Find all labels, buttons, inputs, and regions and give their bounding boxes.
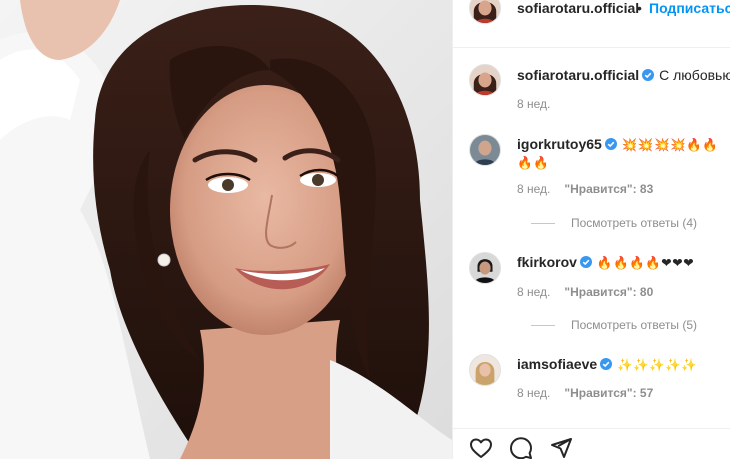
caption-author-avatar[interactable] xyxy=(469,64,501,96)
comment-username[interactable]: fkirkorov xyxy=(517,254,577,270)
comment-likes[interactable]: "Нравится": 57 xyxy=(564,386,653,400)
comment-line: iamsofiaeve ✨✨✨✨✨ xyxy=(517,356,698,373)
comment-likes[interactable]: "Нравится": 80 xyxy=(564,285,653,299)
post-action-bar xyxy=(453,428,730,459)
view-replies-button[interactable]: Посмотреть ответы (5) xyxy=(531,318,697,332)
caption-time: 8 нед. xyxy=(517,97,550,111)
comment-username[interactable]: igorkrutoy65 xyxy=(517,136,602,152)
follow-button[interactable]: Подписаться xyxy=(649,0,730,16)
avatar-image xyxy=(470,0,500,23)
comment-text-continued: 🔥🔥 xyxy=(517,155,550,170)
comment-timestamp[interactable]: 8 нед. xyxy=(517,182,550,196)
portrait-image xyxy=(0,0,452,459)
comment-avatar[interactable] xyxy=(469,252,501,284)
caption-username[interactable]: sofiarotaru.official xyxy=(517,67,639,83)
view-replies-label: Посмотреть ответы (5) xyxy=(571,318,698,332)
header-separator: • xyxy=(637,0,642,16)
comment-line: fkirkorov 🔥🔥🔥🔥❤❤❤ xyxy=(517,254,694,271)
avatar-image xyxy=(470,65,500,95)
comment-avatar[interactable] xyxy=(469,134,501,166)
verified-badge-icon xyxy=(604,138,617,150)
replies-divider xyxy=(531,325,555,327)
verified-badge-icon xyxy=(642,69,655,81)
comment-bubble-icon[interactable] xyxy=(509,436,533,459)
comment-meta: 8 нед. "Нравится": 83 xyxy=(517,182,653,196)
post-photo[interactable] xyxy=(0,0,452,459)
avatar-image xyxy=(470,355,500,385)
comment-line-2: 🔥🔥 xyxy=(517,154,549,171)
author-username[interactable]: sofiarotaru.official xyxy=(517,0,639,16)
comment-timestamp[interactable]: 8 нед. xyxy=(517,285,550,299)
comment-avatar[interactable] xyxy=(469,354,501,386)
heart-icon[interactable] xyxy=(469,436,493,459)
view-replies-button[interactable]: Посмотреть ответы (4) xyxy=(531,216,697,230)
caption-timestamp[interactable]: 8 нед. xyxy=(517,97,550,111)
paper-plane-icon[interactable] xyxy=(549,436,573,459)
caption-line: sofiarotaru.official С любовью ❤ xyxy=(517,67,730,84)
caption-text: С любовью ❤ xyxy=(659,67,730,83)
comment-text: ✨✨✨✨✨ xyxy=(617,357,698,372)
verified-badge-icon xyxy=(579,256,592,268)
comment-meta: 8 нед. "Нравится": 57 xyxy=(517,386,653,400)
avatar-image xyxy=(470,253,500,283)
author-avatar[interactable] xyxy=(469,0,501,24)
avatar-image xyxy=(470,135,500,165)
post-side-panel: sofiarotaru.official • Подписаться sofia… xyxy=(452,0,730,459)
replies-divider xyxy=(531,223,555,225)
comment-likes[interactable]: "Нравится": 83 xyxy=(564,182,653,196)
comment-meta: 8 нед. "Нравится": 80 xyxy=(517,285,653,299)
view-replies-label: Посмотреть ответы (4) xyxy=(571,216,698,230)
comment-username[interactable]: iamsofiaeve xyxy=(517,356,597,372)
post-header: sofiarotaru.official • Подписаться xyxy=(453,0,730,48)
comment-line: igorkrutoy65 💥💥💥💥🔥🔥 xyxy=(517,136,718,153)
comment-text: 🔥🔥🔥🔥❤❤❤ xyxy=(596,255,695,270)
comment-text: 💥💥💥💥🔥🔥 xyxy=(621,137,719,152)
verified-badge-icon xyxy=(600,358,613,370)
comment-timestamp[interactable]: 8 нед. xyxy=(517,386,550,400)
